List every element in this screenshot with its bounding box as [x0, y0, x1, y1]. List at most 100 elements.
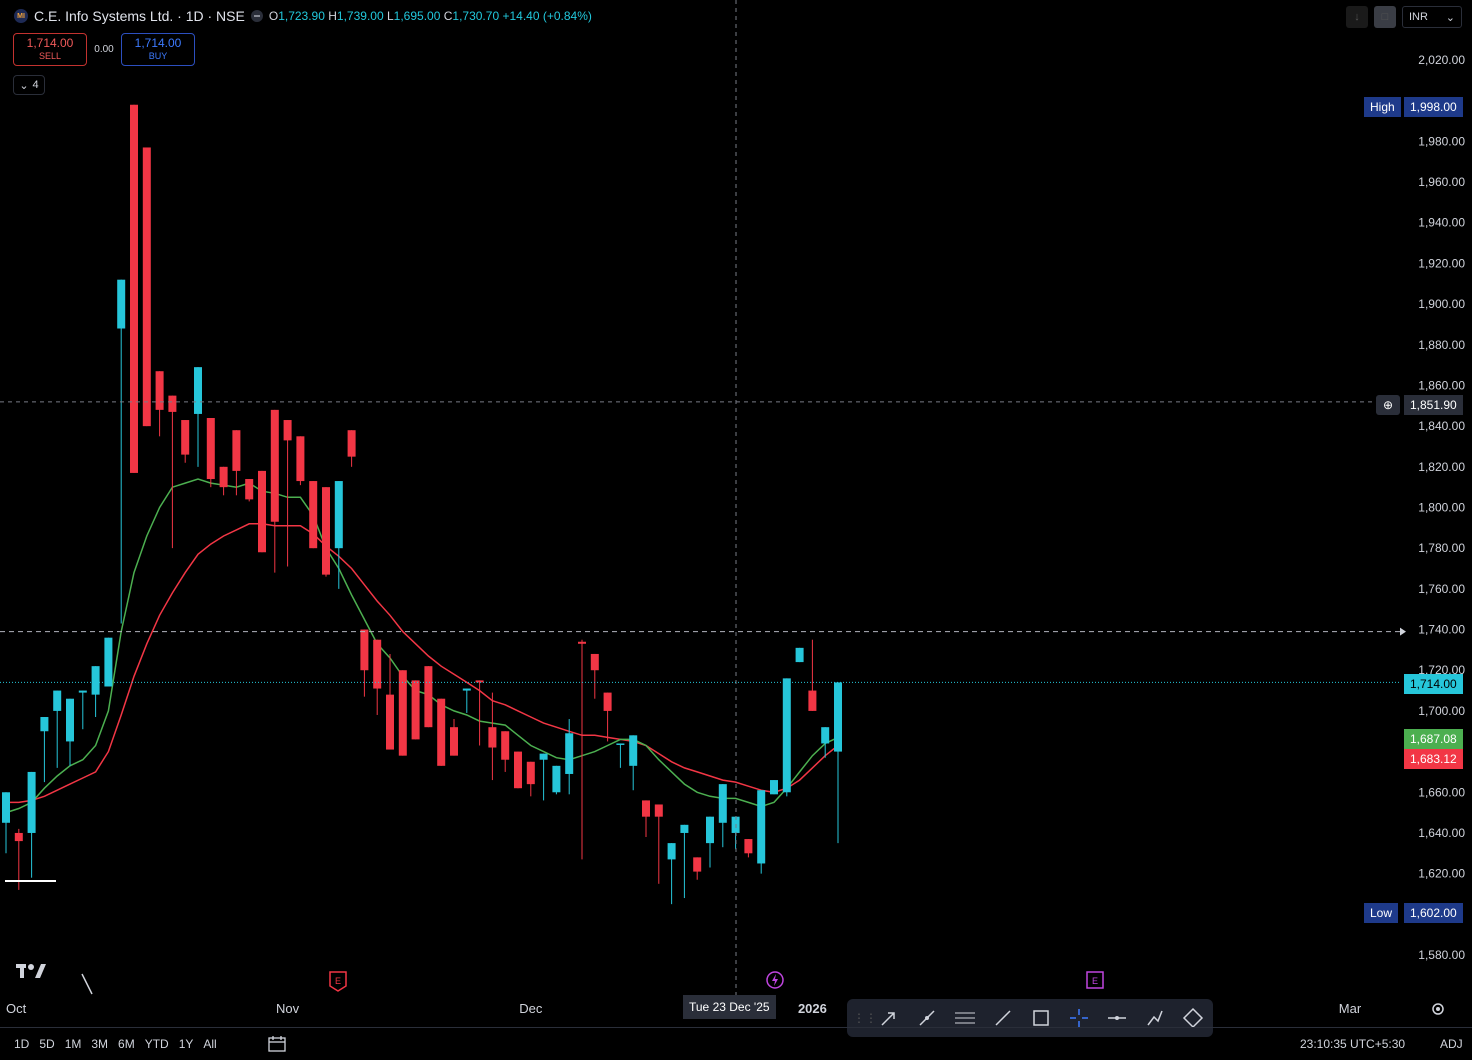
y-tick-label: 1,960.00: [1418, 175, 1465, 189]
tradingview-logo-icon[interactable]: [16, 962, 48, 980]
candle-body: [526, 761, 535, 785]
settings-gear-icon[interactable]: [1430, 1001, 1446, 1017]
range-1m[interactable]: 1M: [65, 1037, 82, 1051]
candle-body: [117, 279, 126, 329]
spread-value: 0.00: [94, 44, 114, 55]
x-tick-label: Nov: [276, 1001, 300, 1016]
candle-body: [450, 727, 458, 756]
candle-body: [347, 430, 356, 457]
y-tick-label: 1,620.00: [1418, 867, 1465, 881]
backslash-mark-icon: [81, 973, 93, 995]
go-to-date-calendar-icon[interactable]: [266, 1034, 288, 1054]
y-tick-label: 1,820.00: [1418, 460, 1465, 474]
earnings-event-icon[interactable]: E: [328, 970, 348, 992]
x-tick-label: Dec: [519, 1001, 543, 1016]
symbol-title[interactable]: C.E. Info Systems Ltd. · 1D · NSE: [34, 8, 245, 24]
last-price: 1,714.00: [1410, 677, 1457, 691]
candle-body: [360, 629, 369, 671]
high-tag: High: [1364, 97, 1401, 117]
candle-body: [373, 639, 382, 689]
range-1d[interactable]: 1D: [14, 1037, 29, 1051]
candle-body: [181, 420, 190, 455]
high-marker-icon: [1400, 627, 1406, 636]
candle-body: [718, 784, 727, 823]
price-chart[interactable]: 2,020.00 1,980.00 1,960.00 1,940.00 1,920.00…: [0, 0, 1472, 1059]
ma-fast-line: [5, 478, 839, 814]
crosshair: [0, 0, 1406, 995]
candle-body: [808, 690, 817, 711]
candles: [2, 104, 842, 905]
y-tick-label: 1,740.00: [1418, 623, 1465, 637]
x-tick-label: Mar: [1339, 1001, 1362, 1016]
y-tick-label: 1,880.00: [1418, 338, 1465, 352]
close-value: 1,730.70: [452, 9, 500, 23]
screenshot-icon[interactable]: □: [1374, 6, 1396, 28]
y-tick-label: 1,700.00: [1418, 704, 1465, 718]
range-5d[interactable]: 5D: [39, 1037, 54, 1051]
sell-button[interactable]: 1,714.00 SELL: [13, 33, 87, 66]
high-price: 1,998.00: [1410, 100, 1457, 114]
high-value: 1,739.00: [336, 9, 384, 23]
range-6m[interactable]: 6M: [118, 1037, 135, 1051]
candle-body: [130, 104, 138, 473]
range-all[interactable]: All: [203, 1037, 216, 1051]
candle-body: [603, 692, 612, 711]
add-alert-icon[interactable]: ⊕: [1376, 395, 1400, 415]
candle-body: [232, 430, 241, 471]
ma-fast-value: 1,687.08: [1410, 732, 1457, 746]
y-tick-label: 1,840.00: [1418, 419, 1465, 433]
candle-body: [40, 717, 49, 732]
low-tag-value: 1,602.00: [1404, 903, 1463, 923]
symbol-legend: MI C.E. Info Systems Ltd. · 1D · NSE O1,…: [14, 8, 592, 24]
indicators-toggle[interactable]: ⌄ 4: [13, 75, 45, 95]
candle-body: [309, 481, 318, 549]
candle-body: [757, 790, 766, 864]
candle-body: [424, 666, 433, 728]
y-tick-label: 1,760.00: [1418, 582, 1465, 596]
candle-body: [411, 680, 420, 740]
candle-body: [462, 688, 471, 691]
range-3m[interactable]: 3M: [91, 1037, 108, 1051]
currency-select[interactable]: INR ⌄: [1402, 6, 1462, 28]
drag-handle-icon[interactable]: ⋮⋮: [853, 1011, 877, 1025]
dividend-event-icon[interactable]: [765, 970, 785, 990]
indicators-count: 4: [32, 79, 39, 91]
candle-body: [654, 804, 663, 817]
candle-body: [27, 771, 36, 833]
low-value: 1,695.00: [393, 9, 441, 23]
range-ytd[interactable]: YTD: [145, 1037, 169, 1051]
high-tag-label: High: [1370, 100, 1395, 114]
chevron-down-icon: ⌄: [1445, 11, 1455, 24]
download-icon[interactable]: ↓: [1346, 6, 1368, 28]
candle-body: [501, 731, 510, 760]
clock[interactable]: 23:10:35 UTC+5:30: [1300, 1037, 1405, 1051]
y-tick-label: 1,900.00: [1418, 297, 1465, 311]
candle-body: [642, 800, 650, 817]
low-label: L: [386, 9, 394, 23]
candle-body: [782, 678, 791, 793]
trade-panel: 1,714.00 SELL 0.00 1,714.00 BUY: [13, 33, 195, 66]
y-tick-label: 1,580.00: [1418, 948, 1465, 962]
candle-body: [398, 670, 407, 756]
buy-label: BUY: [148, 50, 168, 61]
candle-body: [142, 147, 151, 427]
crosshair-price: 1,851.90: [1410, 398, 1457, 412]
candle-body: [590, 653, 599, 671]
candle-body: [795, 647, 804, 663]
ma-slow-tag: 1,683.12: [1404, 749, 1463, 769]
x-tick-label: Oct: [6, 1001, 27, 1016]
change-value: +14.40 (+0.84%): [502, 9, 592, 23]
range-1y[interactable]: 1Y: [179, 1037, 194, 1051]
moving-averages: [5, 478, 839, 814]
adj-toggle[interactable]: ADJ: [1440, 1037, 1463, 1051]
ma-slow-line: [6, 523, 839, 804]
y-tick-label: 1,860.00: [1418, 378, 1465, 392]
y-tick-label: 1,640.00: [1418, 826, 1465, 840]
candle-body: [296, 436, 305, 482]
future-earnings-icon[interactable]: E: [1085, 970, 1105, 990]
candle-body: [744, 839, 753, 854]
buy-button[interactable]: 1,714.00 BUY: [121, 33, 195, 66]
hide-legend-icon[interactable]: [250, 10, 263, 22]
ma-slow-value: 1,683.12: [1410, 752, 1457, 766]
last-price-tag: 1,714.00: [1404, 674, 1463, 694]
